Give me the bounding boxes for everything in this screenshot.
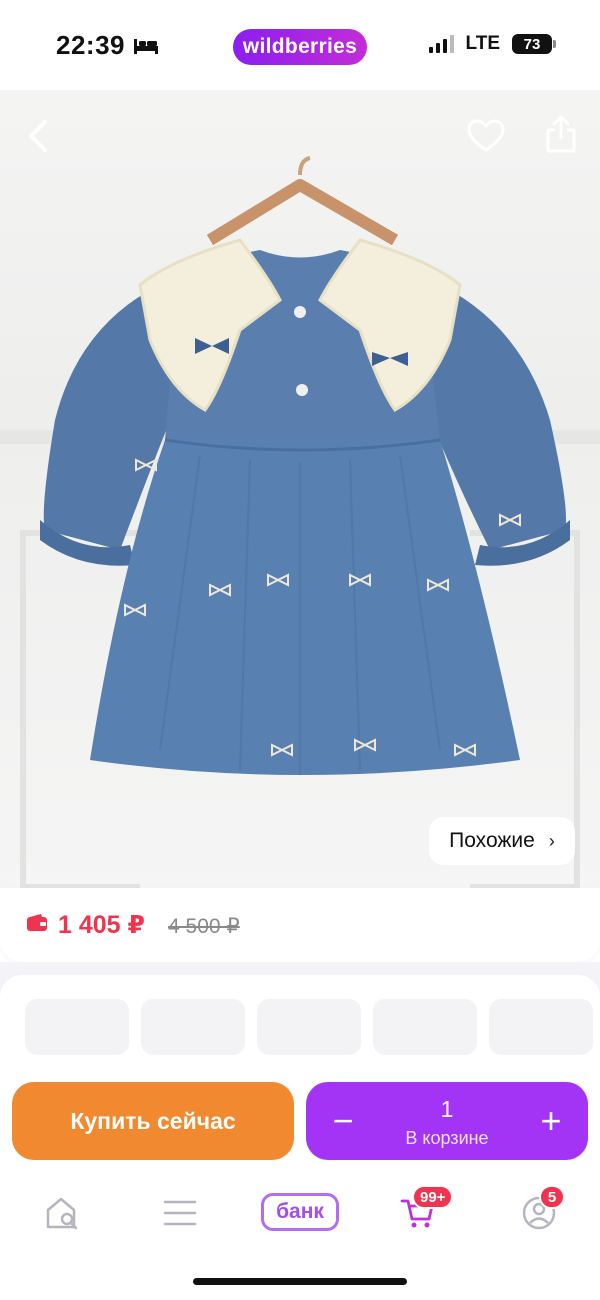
favorite-button[interactable]	[462, 112, 510, 160]
current-price: 1 405 ₽	[58, 911, 145, 939]
increase-quantity-button[interactable]: +	[526, 1096, 576, 1146]
heart-icon	[467, 119, 505, 152]
status-indicators: LTE 73	[428, 33, 556, 55]
home-search-icon	[46, 1197, 78, 1230]
cart-quantity-stepper: − 1 В корзине +	[306, 1082, 588, 1160]
option-chip-placeholder[interactable]	[257, 999, 361, 1055]
network-type: LTE	[465, 33, 500, 54]
purchase-actions: Купить сейчас − 1 В корзине +	[0, 1070, 600, 1175]
chevron-left-icon	[29, 120, 47, 152]
battery-icon: 73	[512, 34, 556, 54]
nav-catalog[interactable]	[150, 1193, 210, 1233]
battery-level: 73	[523, 35, 541, 53]
dress-illustration	[40, 156, 570, 775]
nav-home-search[interactable]	[32, 1193, 92, 1233]
similar-label: Похожие	[449, 829, 535, 852]
option-chip-placeholder[interactable]	[141, 999, 245, 1055]
option-chip-placeholder[interactable]	[489, 999, 593, 1055]
old-price: 4 500 ₽	[168, 915, 240, 938]
status-time: 22:39	[56, 30, 159, 61]
home-indicator[interactable]	[193, 1278, 407, 1285]
cellular-signal-icon	[428, 35, 454, 53]
nav-bank[interactable]: банк	[261, 1193, 339, 1231]
profile-notification-badge: 5	[539, 1185, 565, 1209]
status-bar: 22:39 wildberries LTE 73	[0, 0, 600, 90]
similar-products-button[interactable]: Похожие ›	[429, 817, 575, 865]
buy-now-button[interactable]: Купить сейчас	[12, 1082, 294, 1160]
clock: 22:39	[56, 30, 125, 60]
product-photo[interactable]: Похожие ›	[0, 90, 600, 890]
cart-count-badge: 99+	[412, 1185, 454, 1209]
option-chip-placeholder[interactable]	[373, 999, 477, 1055]
price-section: 1 405 ₽ 4 500 ₽	[0, 888, 600, 962]
back-button[interactable]	[14, 112, 62, 160]
chevron-right-icon: ›	[548, 830, 555, 851]
share-button[interactable]	[537, 110, 585, 158]
sleep-mode-icon	[134, 38, 158, 54]
share-icon	[546, 115, 576, 153]
options-carousel	[0, 975, 600, 1075]
wallet-icon	[27, 914, 47, 931]
menu-icon	[163, 1200, 197, 1226]
brand-logo[interactable]: wildberries	[233, 29, 367, 65]
option-chip-placeholder[interactable]	[25, 999, 129, 1055]
